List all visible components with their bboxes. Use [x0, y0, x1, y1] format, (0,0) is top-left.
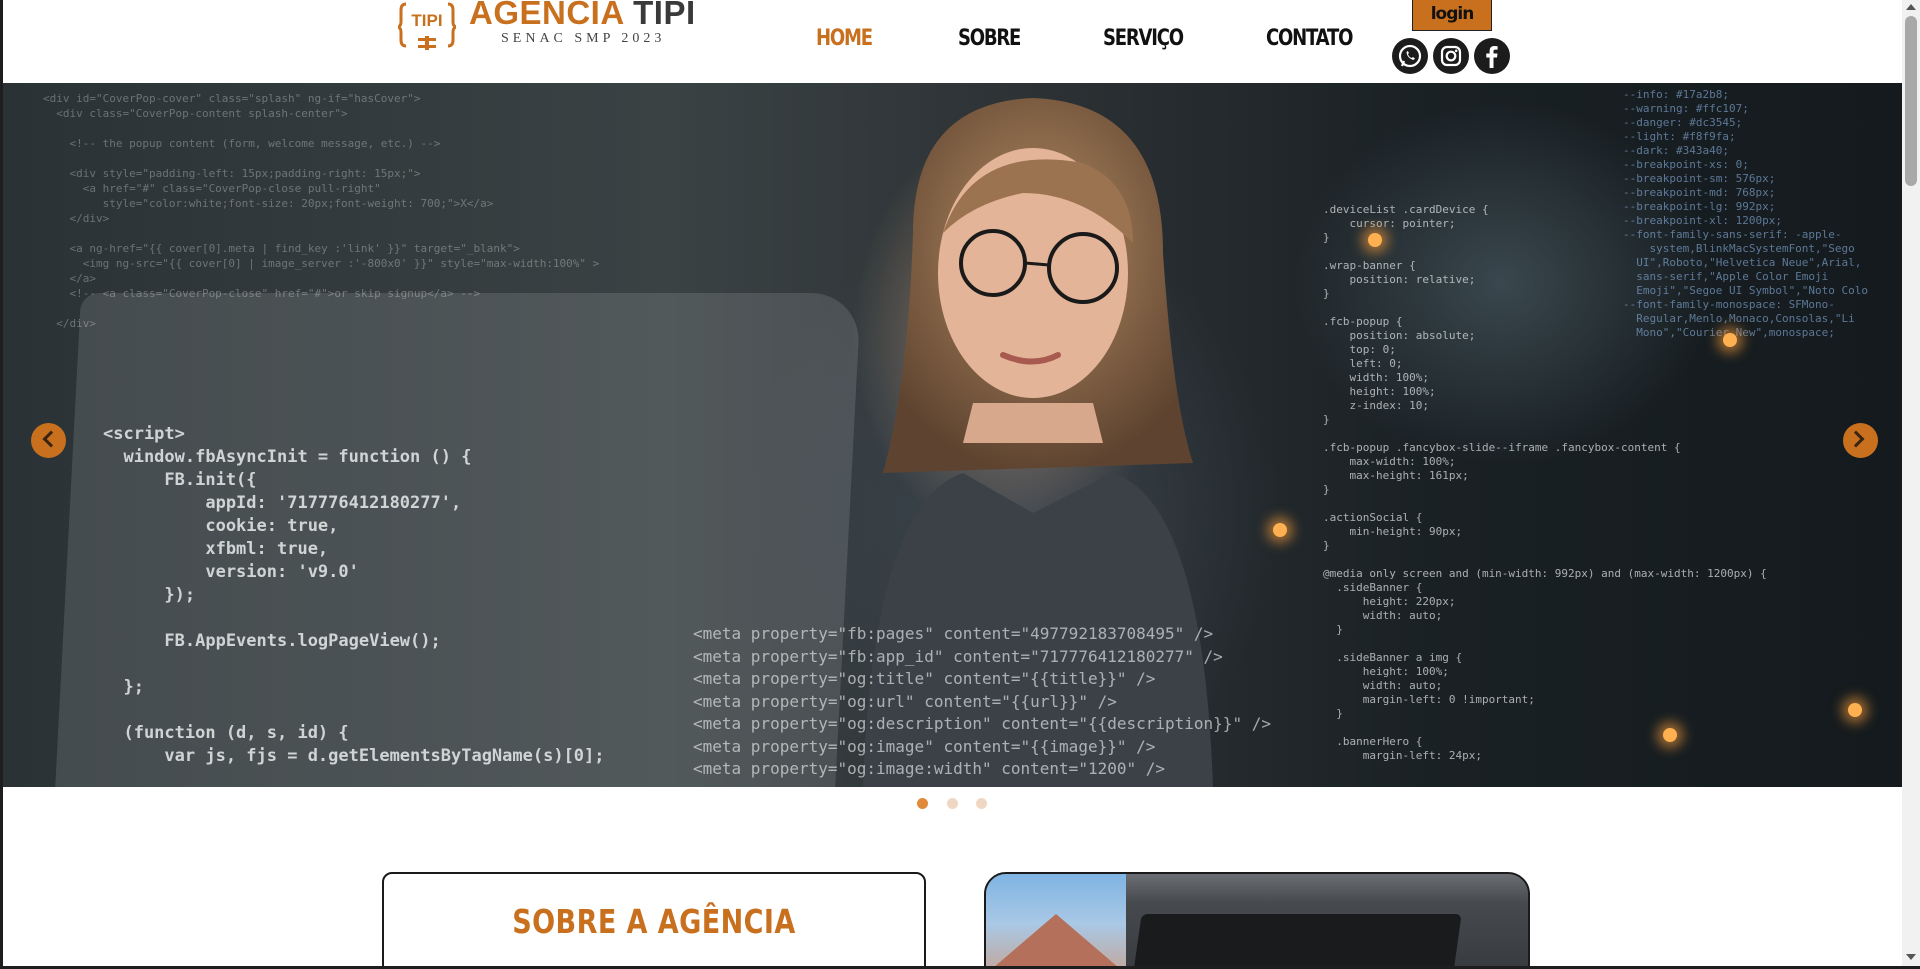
- chevron-right-icon: [1847, 430, 1865, 448]
- logo-badge-text: TIPI: [411, 11, 442, 30]
- facebook-icon: [1486, 46, 1498, 68]
- slider-dot-3[interactable]: [976, 798, 987, 809]
- facebook-link[interactable]: [1474, 38, 1510, 74]
- prev-slide-button[interactable]: [31, 423, 66, 458]
- site-header: TIPI AGÊNCIA TIPI SENAC SMP 2023 HOME SO…: [3, 0, 1902, 83]
- nav-item-contato[interactable]: CONTATO: [1266, 26, 1353, 51]
- hero-code-main: <script> window.fbAsyncInit = function (…: [103, 424, 605, 766]
- scrollbar-thumb[interactable]: [1905, 16, 1917, 186]
- chevron-left-icon: [42, 430, 60, 448]
- whatsapp-link[interactable]: [1392, 38, 1428, 74]
- next-slide-button[interactable]: [1843, 423, 1878, 458]
- hero-code-meta: <meta property="fb:pages" content="49779…: [693, 624, 1271, 778]
- logo-title: AGÊNCIA TIPI: [469, 0, 696, 32]
- nav-item-servico[interactable]: SERVIÇO: [1103, 26, 1184, 51]
- slider-dot-2[interactable]: [947, 798, 958, 809]
- nav-item-home[interactable]: HOME: [816, 26, 873, 51]
- instagram-link[interactable]: [1433, 38, 1469, 74]
- page-scrollbar[interactable]: [1902, 0, 1920, 966]
- scroll-down-arrow-icon[interactable]: [1906, 954, 1916, 960]
- about-image-monitor: [1130, 914, 1462, 969]
- hero-slider[interactable]: <div id="CoverPop-cover" class="splash" …: [3, 83, 1902, 787]
- logo-subtitle: SENAC SMP 2023: [501, 31, 666, 46]
- logo-title-part2: TIPI: [633, 0, 696, 31]
- whatsapp-icon: [1398, 44, 1422, 68]
- logo-title-part1: AGÊNCIA: [469, 0, 624, 31]
- about-image-mountain: [986, 914, 1126, 969]
- hero-light-dot: [1663, 728, 1677, 742]
- hero-light-dot: [1368, 233, 1382, 247]
- hero-light-dot: [1848, 703, 1862, 717]
- hero-code-vars: --info: #17a2b8; --warning: #ffc107; --d…: [1623, 88, 1869, 339]
- about-card: SOBRE A AGÊNCIA: [382, 872, 926, 969]
- logo-badge-icon: TIPI: [398, 2, 456, 50]
- hero-light-dot: [1273, 523, 1287, 537]
- instagram-icon: [1440, 45, 1462, 67]
- scroll-up-arrow-icon[interactable]: [1906, 4, 1916, 10]
- hero-light-dot: [1723, 333, 1737, 347]
- about-image-card: [984, 872, 1530, 969]
- nav-item-sobre[interactable]: SOBRE: [958, 26, 1021, 51]
- about-title: SOBRE A AGÊNCIA: [512, 902, 796, 941]
- login-button[interactable]: login: [1412, 0, 1492, 31]
- slider-dot-1[interactable]: [917, 798, 928, 809]
